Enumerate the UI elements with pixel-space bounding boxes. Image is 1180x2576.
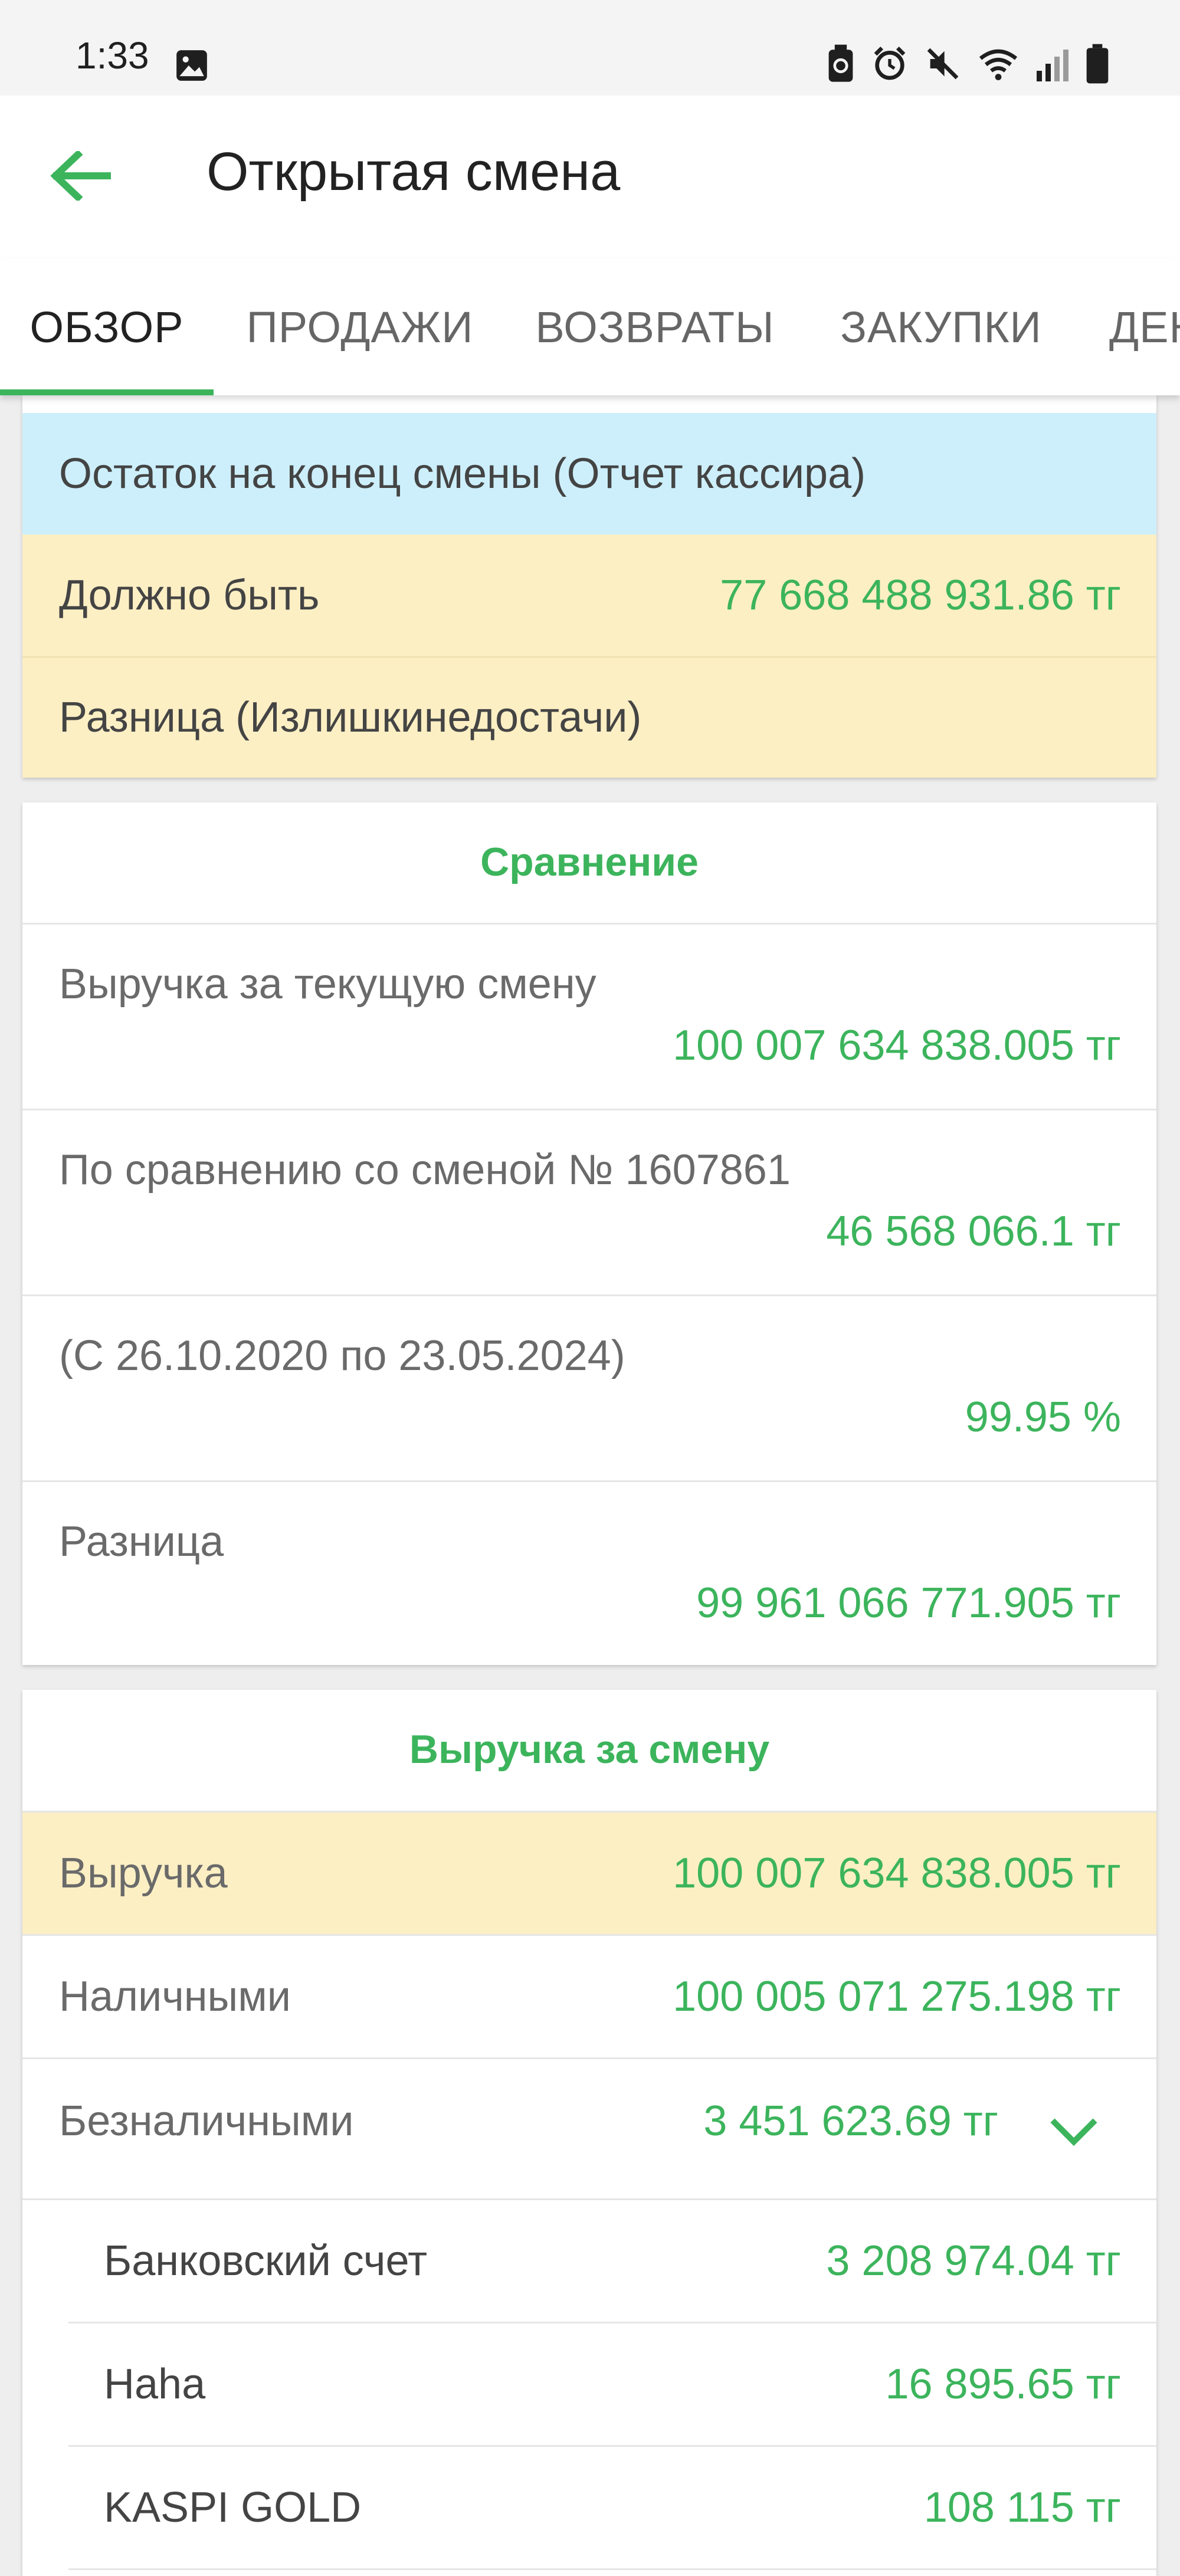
end-of-shift-header-label: Остаток на конец смены (Отчет кассира) [59,450,866,497]
status-time: 1:33 [76,34,149,77]
comparison-row-label: Разница [59,1518,224,1565]
comparison-row-value: 99.95 % [965,1394,1121,1441]
noncash-item-row: Банковский счет 3 208 974.04 тг [22,2200,1156,2322]
noncash-item-label: Haha [104,2361,206,2408]
cash-label: Наличными [59,1973,291,2020]
expected-row: Должно быть 77 668 488 931.86 тг [22,535,1156,656]
wifi-icon [979,49,1018,80]
noncash-row[interactable]: Безналичными 3 451 623.69 тг [22,2059,1156,2198]
comparison-row: Разница 99 961 066 771.905 тг [22,1482,1156,1665]
noncash-item-value: 3 208 974.04 тг [826,2237,1121,2285]
chevron-down-icon[interactable] [1049,2116,1099,2148]
status-bar: 1:33 [0,0,1180,96]
revenue-card: Выручка за смену Выручка 100 007 634 838… [22,1690,1156,2576]
revenue-total-label: Выручка [59,1850,228,1897]
tab-active-indicator [0,389,214,395]
divider [68,2568,1156,2570]
noncash-item-value: 16 895.65 тг [885,2361,1121,2408]
tab-money[interactable]: ДЕН [1109,258,1180,395]
comparison-row-label: Выручка за текущую смену [59,961,596,1008]
revenue-total-value: 100 007 634 838.005 тг [673,1850,1121,1897]
comparison-row-value: 99 961 066 771.905 тг [696,1579,1121,1627]
comparison-row-label: (С 26.10.2020 по 23.05.2024) [59,1332,625,1379]
image-icon [176,50,207,81]
battery-icon [1086,44,1109,84]
tab-bar: ОБЗОР ПРОДАЖИ ВОЗВРАТЫ ЗАКУПКИ ДЕН [0,258,1180,395]
cash-row: Наличными 100 005 071 275.198 тг [22,1936,1156,2057]
signal-icon [1037,50,1068,81]
difference-label: Разница (Излишкинедостачи) [59,694,642,741]
status-icons [826,44,1109,84]
battery-saver-icon [828,44,853,82]
tab-overview[interactable]: ОБЗОР [0,258,214,395]
end-of-shift-header: Остаток на конец смены (Отчет кассира) [22,413,1156,535]
comparison-row-label: По сравнению со сменой № 1607861 [59,1146,791,1194]
mute-icon [927,48,959,80]
cash-value: 100 005 071 275.198 тг [673,1973,1121,2020]
noncash-label: Безналичными [59,2097,354,2145]
page-title: Открытая смена [206,142,621,202]
comparison-card: Сравнение Выручка за текущую смену 100 0… [22,802,1156,1665]
noncash-item-value: 108 115 тг [923,2484,1121,2531]
difference-row: Разница (Излишкинедостачи) [22,658,1156,778]
tab-sales[interactable]: ПРОДАЖИ [236,258,484,395]
noncash-item-label: Банковский счет [104,2237,428,2285]
noncash-item-row: Haha 16 895.65 тг [22,2323,1156,2445]
noncash-item-row: KASPI GOLD 108 115 тг [22,2447,1156,2568]
alarm-icon [874,46,906,80]
comparison-title: Сравнение [480,840,699,884]
noncash-value: 3 451 623.69 тг [703,2097,998,2145]
comparison-row-value: 46 568 066.1 тг [826,1208,1121,1255]
comparison-row: Выручка за текущую смену 100 007 634 838… [22,925,1156,1109]
comparison-row: (С 26.10.2020 по 23.05.2024) 99.95 % [22,1296,1156,1480]
tab-returns[interactable]: ВОЗВРАТЫ [531,258,779,395]
end-of-shift-card: Остаток на конец смены (Отчет кассира) Д… [22,395,1156,778]
revenue-total-row: Выручка 100 007 634 838.005 тг [22,1813,1156,1934]
expected-value: 77 668 488 931.86 тг [720,572,1121,619]
tab-purchases[interactable]: ЗАКУПКИ [826,258,1056,395]
back-arrow-icon[interactable] [50,151,111,201]
expected-label: Должно быть [59,572,320,619]
revenue-title: Выручка за смену [409,1727,770,1772]
noncash-item-label: KASPI GOLD [104,2484,362,2531]
comparison-row: По сравнению со сменой № 1607861 46 568 … [22,1110,1156,1294]
comparison-row-value: 100 007 634 838.005 тг [673,1022,1121,1069]
